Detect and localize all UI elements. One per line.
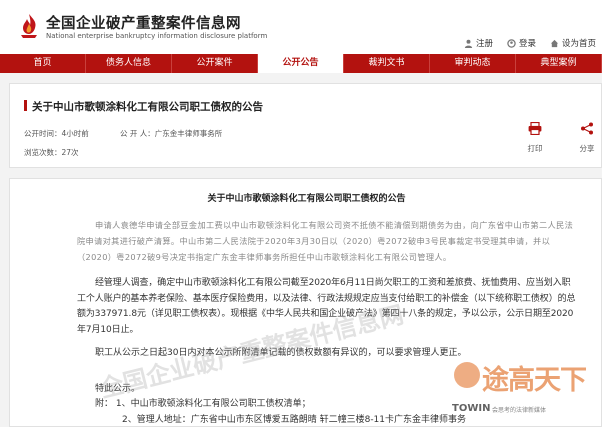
- login-link[interactable]: 登录: [507, 37, 536, 49]
- article-paragraph-2-text: 经管理人调查，确定中山市歌顿涂料化工有限公司截至2020年6月11日尚欠职工的工…: [77, 278, 576, 335]
- publish-time: 公开时间：4小时前: [24, 129, 89, 138]
- login-label: 登录: [518, 39, 536, 49]
- set-homepage-link[interactable]: 设为首页: [550, 37, 596, 49]
- site-subtitle: National enterprise bankruptcy informati…: [46, 32, 268, 40]
- attachment-2: 2、管理人地址：广东省中山市东区博爱五路朗晴 轩二幢三楼8-11卡广东金丰律师事…: [122, 415, 467, 425]
- article-title: 关于中山市歌顿涂料化工有限公司职工债权的公告: [207, 194, 406, 204]
- notice-title: 关于中山市歌顿涂料化工有限公司职工债权的公告: [24, 99, 263, 114]
- view-count: 浏览次数：27次: [24, 148, 79, 157]
- nav-public-notices[interactable]: 公开公告: [258, 54, 344, 73]
- article-paragraph-1: 申请人袁德华申请全部豆金加工费以中山市歌顿涂料化工有限公司资不抵债不能清偿到期债…: [77, 217, 577, 265]
- print-button[interactable]: 打印: [521, 122, 549, 154]
- nav-home[interactable]: 首页: [0, 54, 86, 73]
- site-header: 全国企业破产重整案件信息网 National enterprise bankru…: [0, 0, 602, 54]
- site-title[interactable]: 全国企业破产重整案件信息网: [46, 12, 241, 33]
- share-button[interactable]: 分享: [573, 122, 601, 154]
- notice-info-card: 关于中山市歌顿涂料化工有限公司职工债权的公告 公开时间：4小时前 公 开 人：广…: [9, 83, 602, 168]
- printer-icon: [528, 122, 542, 135]
- title-accent-bar: [24, 100, 27, 111]
- article-paragraph-2: 经管理人调查，确定中山市歌顿涂料化工有限公司截至2020年6月11日尚欠职工的工…: [77, 276, 577, 338]
- main-nav: 首页 债务人信息 公开案件 公开公告 裁判文书 审判动态 典型案例: [0, 54, 602, 73]
- print-label: 打印: [527, 144, 543, 153]
- share-icon: [581, 122, 593, 135]
- publisher: 公 开 人：广东金丰律师事务所: [120, 129, 223, 138]
- nav-trial-news[interactable]: 审判动态: [430, 54, 516, 73]
- set-homepage-label: 设为首页: [561, 39, 596, 49]
- register-label: 注册: [475, 39, 493, 49]
- nav-typical-cases[interactable]: 典型案例: [516, 54, 602, 73]
- flame-logo-icon[interactable]: [18, 13, 40, 39]
- notice-article: 关于中山市歌顿涂料化工有限公司职工债权的公告 申请人袁德华申请全部豆金加工费以中…: [9, 178, 602, 427]
- share-label: 分享: [579, 144, 595, 153]
- nav-debtor-info[interactable]: 债务人信息: [86, 54, 172, 73]
- top-links: 注册 登录 设为首页: [464, 37, 596, 49]
- special-notice: 特此公示。: [95, 384, 141, 394]
- attachment-1: 附： 1、中山市歌顿涂料化工有限公司职工债权清单；: [95, 399, 311, 409]
- notice-title-text: 关于中山市歌顿涂料化工有限公司职工债权的公告: [32, 101, 263, 113]
- article-paragraph-1-text: 申请人袁德华申请全部豆金加工费以中山市歌顿涂料化工有限公司资不抵债不能清偿到期债…: [77, 220, 574, 262]
- home-icon: [550, 39, 559, 47]
- nav-judgments[interactable]: 裁判文书: [344, 54, 430, 73]
- article-paragraph-3-text: 职工从公示之日起30日内对本公示所附清单记载的债权数额有异议的，可以要求管理人更…: [95, 348, 467, 358]
- user-icon: [464, 39, 473, 48]
- login-icon: [507, 38, 516, 48]
- register-link[interactable]: 注册: [464, 37, 493, 49]
- nav-public-cases[interactable]: 公开案件: [172, 54, 258, 73]
- article-paragraph-3: 职工从公示之日起30日内对本公示所附清单记载的债权数额有异议的，可以要求管理人更…: [77, 346, 577, 362]
